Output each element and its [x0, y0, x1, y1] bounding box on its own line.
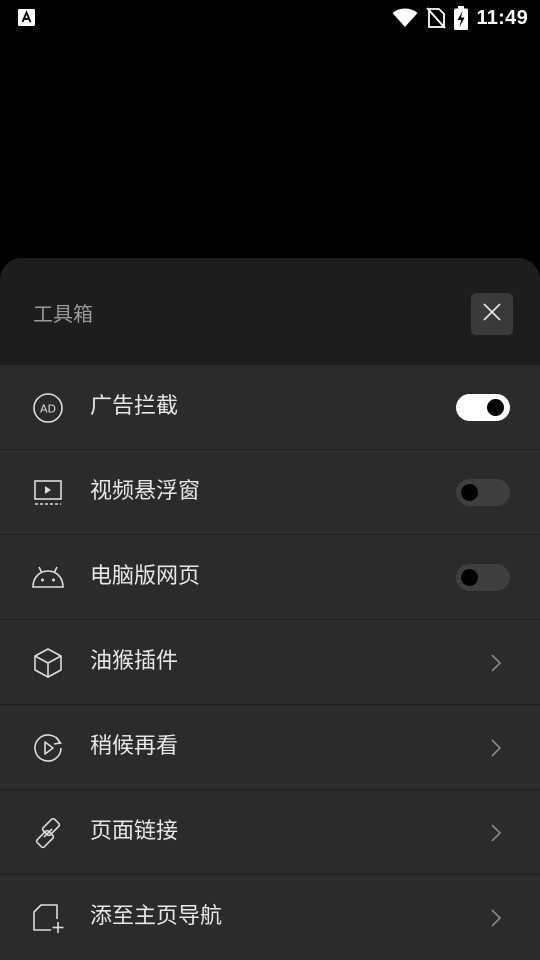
close-button[interactable]: [471, 293, 513, 335]
toolbox-item-page-link[interactable]: 页面链接: [0, 790, 540, 875]
toolbox-item-ad-block[interactable]: AD 广告拦截: [0, 365, 540, 450]
item-label: 广告拦截: [90, 394, 179, 419]
chevron-right-icon: [489, 652, 503, 674]
toggle-knob: [461, 484, 478, 501]
toolbox-item-userscripts[interactable]: 油猴插件: [0, 620, 540, 705]
item-label: 油猴插件: [90, 649, 179, 674]
floating-video-icon: [31, 476, 65, 510]
clock: 11:49: [476, 6, 528, 29]
desktop-site-toggle[interactable]: [456, 564, 510, 591]
chevron-right-icon: [489, 737, 503, 759]
toggle-knob: [487, 399, 504, 416]
floating-video-toggle[interactable]: [456, 479, 510, 506]
a-box-icon: [18, 9, 35, 26]
sheet-header: 工具箱: [0, 258, 540, 365]
android-icon: [31, 561, 65, 595]
toolbox-item-watch-later[interactable]: 稍候再看: [0, 705, 540, 790]
ad-block-toggle[interactable]: [456, 394, 510, 421]
toggle-knob: [461, 569, 478, 586]
sheet-title: 工具箱: [33, 302, 93, 326]
toolbox-item-add-to-home[interactable]: 添至主页导航: [0, 875, 540, 959]
wifi-icon: [392, 8, 418, 28]
item-label: 稍候再看: [90, 734, 179, 759]
item-label: 视频悬浮窗: [90, 479, 201, 504]
battery-charging-icon: [454, 6, 469, 30]
cube-icon: [31, 646, 65, 680]
chevron-right-icon: [489, 907, 503, 929]
no-sim-icon: [426, 7, 447, 29]
ad-block-icon: AD: [31, 391, 65, 425]
item-label: 电脑版网页: [90, 564, 201, 589]
status-icons: 11:49: [392, 5, 528, 31]
close-icon: [482, 302, 502, 326]
play-later-icon: [31, 731, 65, 765]
add-to-home-icon: [31, 901, 65, 935]
link-icon: [31, 816, 65, 850]
item-label: 页面链接: [90, 819, 179, 844]
toolbox-item-desktop-site[interactable]: 电脑版网页: [0, 535, 540, 620]
toolbox-item-floating-video[interactable]: 视频悬浮窗: [0, 450, 540, 535]
status-bar: 11:49: [0, 0, 540, 36]
item-label: 添至主页导航: [90, 904, 223, 929]
toolbox-sheet: 工具箱 AD 广告拦截 视频悬浮窗 电脑版网页 油猴插件 稍候再看 页面链接 添…: [0, 258, 540, 960]
chevron-right-icon: [489, 822, 503, 844]
